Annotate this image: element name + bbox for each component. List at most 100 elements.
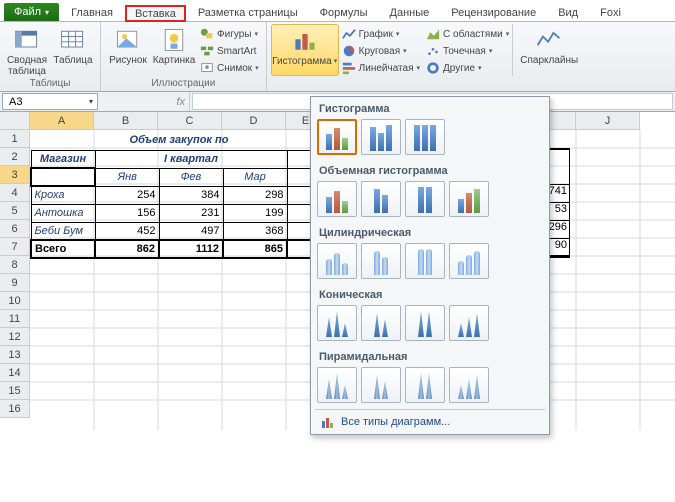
name-box[interactable]: A3 ▾: [2, 93, 98, 110]
chart-thumb-3d-100stacked[interactable]: [405, 181, 445, 217]
month-label: Янв: [95, 168, 159, 186]
shapes-button[interactable]: Фигуры▾: [197, 26, 262, 42]
formula-buttons: fx: [100, 92, 190, 111]
tab-insert[interactable]: Вставка: [125, 5, 186, 22]
chart-thumb-3d-column[interactable]: [449, 181, 489, 217]
totals-label: Всего: [31, 240, 95, 258]
tab-data[interactable]: Данные: [380, 4, 440, 21]
sparklines-button[interactable]: Спарклайны: [517, 24, 581, 66]
data-cell: 452: [95, 222, 159, 240]
data-cell: 298: [223, 186, 287, 204]
tab-file-label: Файл: [14, 6, 41, 18]
clipart-button[interactable]: Картинка: [151, 24, 197, 76]
chart-thumb-clustered[interactable]: [317, 119, 357, 155]
row-header[interactable]: 1: [0, 130, 30, 148]
dropdown-icon: ▾: [45, 8, 49, 17]
other-charts-button[interactable]: Другие▾: [423, 60, 512, 76]
tab-page-layout[interactable]: Разметка страницы: [188, 4, 308, 21]
col-header[interactable]: B: [94, 112, 158, 130]
chart-thumb-3d-clustered[interactable]: [317, 181, 357, 217]
chart-thumb-cyl-3d[interactable]: [449, 243, 489, 279]
smartart-button[interactable]: SmartArt: [197, 43, 262, 59]
shapes-label: Фигуры: [217, 29, 251, 40]
fx-icon[interactable]: fx: [176, 96, 185, 108]
tab-formulas[interactable]: Формулы: [310, 4, 378, 21]
area-chart-label: С областями: [443, 29, 503, 40]
all-chart-types-button[interactable]: Все типы диаграмм...: [315, 409, 545, 434]
row-header[interactable]: 4: [0, 184, 30, 202]
chart-thumb-100stacked[interactable]: [405, 119, 445, 155]
line-chart-label: График: [359, 29, 393, 40]
col-header[interactable]: A: [30, 112, 94, 130]
data-cell: 368: [223, 222, 287, 240]
screenshot-button[interactable]: Снимок▾: [197, 60, 262, 76]
data-cell: 497: [159, 222, 223, 240]
tab-foxit[interactable]: Foxi: [590, 4, 631, 21]
shop-name: Кроха: [31, 186, 95, 204]
chart-thumb-cone-100stacked[interactable]: [405, 305, 445, 341]
scatter-chart-button[interactable]: Точечная▾: [423, 43, 512, 59]
row-header[interactable]: 13: [0, 346, 30, 364]
tab-home[interactable]: Главная: [61, 4, 123, 21]
row-header[interactable]: 16: [0, 400, 30, 418]
chart-thumb-stacked[interactable]: [361, 119, 401, 155]
other-charts-label: Другие: [443, 63, 475, 74]
tab-file[interactable]: Файл ▾: [4, 3, 59, 21]
picture-button[interactable]: Рисунок: [105, 24, 151, 76]
row-header[interactable]: 3: [0, 166, 30, 184]
row-header[interactable]: 11: [0, 310, 30, 328]
pie-chart-button[interactable]: Круговая▾: [339, 43, 423, 59]
line-chart-icon: [342, 27, 356, 41]
chart-thumb-pyr-3d[interactable]: [449, 367, 489, 403]
chart-thumb-cyl-stacked[interactable]: [361, 243, 401, 279]
chart-thumb-pyr-100stacked[interactable]: [405, 367, 445, 403]
row-header[interactable]: 10: [0, 292, 30, 310]
histogram-label: Гистограмма▾: [272, 56, 337, 67]
chart-thumb-cyl-100stacked[interactable]: [405, 243, 445, 279]
chart-thumb-pyr-clustered[interactable]: [317, 367, 357, 403]
total-cell: 862: [95, 240, 159, 258]
col-header[interactable]: C: [158, 112, 222, 130]
other-charts-icon: [426, 61, 440, 75]
chart-thumb-cone-stacked[interactable]: [361, 305, 401, 341]
month-label: Фев: [159, 168, 223, 186]
row-header[interactable]: 15: [0, 382, 30, 400]
area-chart-button[interactable]: С областями▾: [423, 26, 512, 42]
sparklines-icon: [534, 26, 564, 54]
active-cell[interactable]: [31, 168, 95, 186]
chart-thumb-pyr-stacked[interactable]: [361, 367, 401, 403]
data-cell: 384: [159, 186, 223, 204]
tab-view[interactable]: Вид: [548, 4, 588, 21]
col-header[interactable]: D: [222, 112, 286, 130]
row-header[interactable]: 14: [0, 364, 30, 382]
row-header[interactable]: 8: [0, 256, 30, 274]
chart-thumb-3d-stacked[interactable]: [361, 181, 401, 217]
row-header[interactable]: 5: [0, 202, 30, 220]
pie-chart-icon: [342, 44, 356, 58]
row-header[interactable]: 12: [0, 328, 30, 346]
row-header[interactable]: 2: [0, 148, 30, 166]
gallery-section-cylinder: Цилиндрическая: [315, 223, 545, 241]
histogram-button[interactable]: Гистограмма▾: [271, 24, 339, 76]
bar-chart-label: Линейчатая: [359, 63, 414, 74]
row-header[interactable]: 7: [0, 238, 30, 256]
line-chart-button[interactable]: График▾: [339, 26, 423, 42]
month-label: Мар: [223, 168, 287, 186]
tab-review[interactable]: Рецензирование: [441, 4, 546, 21]
group-charts: Гистограмма▾ График▾ Круговая▾ Линейчата…: [267, 22, 586, 91]
chart-thumb-cone-3d[interactable]: [449, 305, 489, 341]
pivottable-button[interactable]: Сводная таблица: [4, 24, 50, 77]
row-header[interactable]: 6: [0, 220, 30, 238]
chart-thumb-cone-clustered[interactable]: [317, 305, 357, 341]
ribbon-tabs: Файл ▾ Главная Вставка Разметка страницы…: [0, 0, 675, 22]
dropdown-icon: ▾: [255, 64, 259, 72]
row-header[interactable]: 9: [0, 274, 30, 292]
bar-chart-button[interactable]: Линейчатая▾: [339, 60, 423, 76]
select-all-corner[interactable]: [0, 112, 30, 130]
table-button[interactable]: Таблица: [50, 24, 96, 77]
name-box-value: A3: [9, 96, 22, 108]
col-header[interactable]: J: [576, 112, 640, 130]
data-cell: 156: [95, 204, 159, 222]
chart-thumb-cyl-clustered[interactable]: [317, 243, 357, 279]
dropdown-icon[interactable]: ▾: [89, 97, 93, 106]
